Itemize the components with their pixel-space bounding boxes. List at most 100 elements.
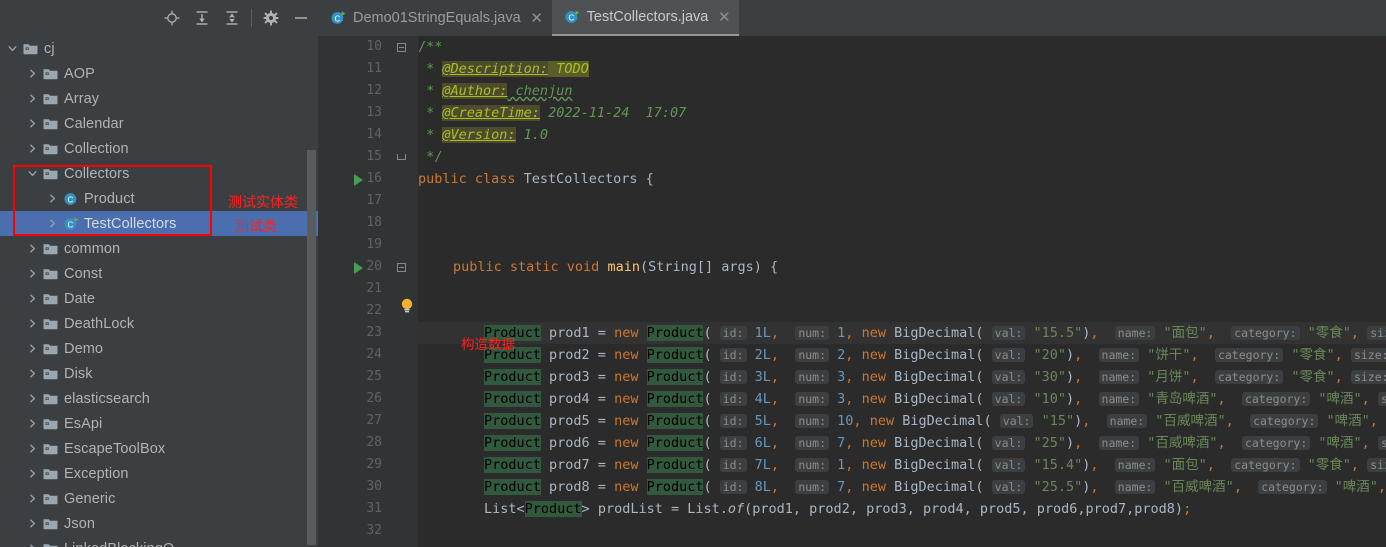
tree-item-label: elasticsearch: [64, 390, 150, 407]
module-folder-icon: [42, 240, 59, 257]
chevron-right-icon[interactable]: [26, 67, 39, 80]
line-number: 25: [366, 369, 382, 384]
minimize-icon[interactable]: [288, 5, 314, 31]
code-folding-rail[interactable]: [392, 36, 473, 547]
tree-item-calendar[interactable]: Calendar: [0, 111, 318, 136]
fold-collapse-icon-main[interactable]: [397, 263, 406, 272]
chevron-right-icon[interactable]: [26, 492, 39, 505]
sidebar-scrollbar-thumb[interactable]: [307, 150, 316, 545]
module-folder-icon: [42, 165, 59, 182]
inline-hint-category: category:: [1214, 348, 1284, 362]
svg-text:C: C: [67, 220, 73, 229]
chevron-down-icon[interactable]: [6, 42, 19, 55]
tree-item-common[interactable]: common: [0, 236, 318, 261]
project-tree[interactable]: cj AOP Array Calendar Collection Collectors C P…: [0, 36, 318, 547]
chevron-right-icon[interactable]: [46, 217, 59, 230]
chevron-right-icon[interactable]: [26, 292, 39, 305]
tree-item-label: Generic: [64, 490, 116, 507]
fold-end-icon-javadoc: [397, 154, 406, 160]
inline-hint-id: id:: [719, 392, 747, 406]
line-number: 28: [366, 435, 382, 450]
chevron-right-icon[interactable]: [26, 442, 39, 455]
module-folder-icon: [42, 340, 59, 357]
chevron-right-icon[interactable]: [26, 142, 39, 155]
tree-item-collectors[interactable]: Collectors: [0, 161, 318, 186]
module-folder-icon: [42, 140, 59, 157]
code-line-25: Product prod3 = new Product( id: 3L, num…: [484, 366, 1386, 388]
tree-item-deathlock[interactable]: DeathLock: [0, 311, 318, 336]
tree-item-label: cj: [44, 40, 55, 57]
run-class-icon[interactable]: [354, 174, 363, 186]
tree-item-const[interactable]: Const: [0, 261, 318, 286]
code-line-26: Product prod4 = new Product( id: 4L, num…: [484, 388, 1386, 410]
chevron-right-icon[interactable]: [26, 392, 39, 405]
tree-item-generic[interactable]: Generic: [0, 486, 318, 511]
line-number: 20: [366, 259, 382, 274]
chevron-right-icon[interactable]: [26, 417, 39, 430]
chevron-right-icon[interactable]: [26, 542, 39, 547]
tree-item-escapetoolbox[interactable]: EscapeToolBox: [0, 436, 318, 461]
code-line-24: Product prod2 = new Product( id: 2L, num…: [484, 344, 1386, 366]
chevron-right-icon[interactable]: [46, 192, 59, 205]
locate-icon[interactable]: [159, 5, 185, 31]
inline-hint-name: name:: [1114, 326, 1156, 340]
tree-item-json[interactable]: Json: [0, 511, 318, 536]
code-surface[interactable]: /** * @Description: TODO * @Author: chen…: [418, 36, 1386, 547]
collapse-all-icon[interactable]: [219, 5, 245, 31]
tree-item-aop[interactable]: AOP: [0, 61, 318, 86]
line-number: 12: [366, 83, 382, 98]
chevron-right-icon[interactable]: [26, 342, 39, 355]
inline-hint-category: category:: [1231, 326, 1300, 340]
code-line-31: List<Product> prodList = List.of(prod1, …: [484, 501, 1192, 517]
chevron-right-icon[interactable]: [26, 267, 39, 280]
tree-item-disk[interactable]: Disk: [0, 361, 318, 386]
code-editor[interactable]: 10 11 12 13 14 15 16 17 18 19 20 21 22 23 24 25 26 27 28 29…: [318, 36, 1386, 547]
expand-all-icon[interactable]: [189, 5, 215, 31]
chevron-right-icon[interactable]: [26, 467, 39, 480]
chevron-right-icon[interactable]: [26, 242, 39, 255]
tree-item-demo[interactable]: Demo: [0, 336, 318, 361]
settings-gear-icon[interactable]: [258, 5, 284, 31]
module-folder-icon: [42, 390, 59, 407]
tree-item-linkedblockingq[interactable]: LinkedBlockingQ: [0, 536, 318, 547]
tree-item-collection[interactable]: Collection: [0, 136, 318, 161]
editor-tab-label: Demo01StringEquals.java: [353, 10, 521, 26]
inline-hint-size: size:: [1367, 326, 1386, 340]
tree-item-testcollectors[interactable]: C TestCollectors: [0, 211, 318, 236]
tree-item-label: Disk: [64, 365, 93, 382]
tree-item-array[interactable]: Array: [0, 86, 318, 111]
inline-hint-val: val:: [991, 480, 1026, 494]
tree-item-label: EscapeToolBox: [64, 440, 166, 457]
close-icon[interactable]: ✕: [717, 9, 731, 25]
chevron-right-icon[interactable]: [26, 517, 39, 530]
code-line-29: Product prod7 = new Product( id: 7L, num…: [484, 454, 1386, 476]
close-icon[interactable]: ✕: [530, 10, 544, 26]
line-number: 24: [366, 347, 382, 362]
chevron-right-icon[interactable]: [26, 117, 39, 130]
chevron-right-icon[interactable]: [26, 92, 39, 105]
tree-item-elasticsearch[interactable]: elasticsearch: [0, 386, 318, 411]
fold-collapse-icon-javadoc[interactable]: [397, 43, 406, 52]
run-method-icon[interactable]: [354, 262, 363, 274]
line-number: 19: [366, 237, 382, 252]
tree-item-label: TestCollectors: [84, 215, 177, 232]
code-line-12: * @Author: chenjun: [418, 83, 573, 99]
tree-item-label: AOP: [64, 65, 95, 82]
tree-item-date[interactable]: Date: [0, 286, 318, 311]
code-line-27: Product prod5 = new Product( id: 5L, num…: [484, 413, 1378, 429]
tree-item-exception[interactable]: Exception: [0, 461, 318, 486]
tree-item-label: Date: [64, 290, 96, 307]
editor-tab-testcollectors[interactable]: C TestCollectors.java ✕: [551, 0, 740, 36]
inline-hint-category: category:: [1231, 458, 1300, 472]
tree-item-cj[interactable]: cj: [0, 36, 318, 61]
tree-item-label: Calendar: [64, 115, 124, 132]
tree-item-esapi[interactable]: EsApi: [0, 411, 318, 436]
inline-hint-name: name:: [1098, 392, 1140, 406]
inline-hint-category: category:: [1214, 370, 1284, 384]
chevron-right-icon[interactable]: [26, 367, 39, 380]
editor-tab-demo01stringequals[interactable]: C Demo01StringEquals.java ✕: [318, 0, 552, 36]
intention-bulb-icon[interactable]: [400, 298, 414, 313]
chevron-down-icon[interactable]: [26, 167, 39, 180]
chevron-right-icon[interactable]: [26, 317, 39, 330]
tree-item-product[interactable]: C Product: [0, 186, 318, 211]
